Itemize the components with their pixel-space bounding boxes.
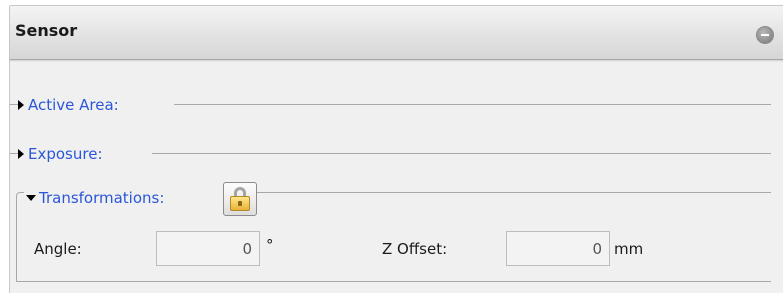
panel-header[interactable]: Sensor bbox=[10, 6, 783, 60]
expand-arrow-icon bbox=[18, 149, 24, 159]
angle-label: Angle: bbox=[34, 240, 82, 258]
section-transformations: Transformations: bbox=[24, 188, 224, 208]
exposure-toggle[interactable]: Exposure: bbox=[18, 144, 103, 164]
section-divider bbox=[10, 153, 18, 154]
transformations-toggle[interactable]: Transformations: bbox=[26, 188, 164, 208]
active-area-label: Active Area: bbox=[28, 96, 119, 114]
minus-circle-icon[interactable] bbox=[756, 26, 774, 44]
section-divider bbox=[152, 153, 771, 154]
panel-title: Sensor bbox=[15, 21, 78, 40]
z-offset-input[interactable] bbox=[506, 231, 610, 266]
padlock-icon[interactable] bbox=[223, 182, 257, 216]
expand-arrow-icon bbox=[18, 100, 24, 110]
lock-body bbox=[230, 196, 250, 211]
section-exposure: Exposure: bbox=[10, 144, 771, 164]
section-divider bbox=[174, 104, 771, 105]
section-active-area: Active Area: bbox=[10, 95, 771, 115]
sensor-panel: Sensor Active Area: Exposure: Transforma… bbox=[9, 5, 783, 293]
section-divider bbox=[10, 104, 18, 105]
header-shadow bbox=[10, 60, 783, 62]
transformations-label: Transformations: bbox=[39, 189, 165, 207]
active-area-toggle[interactable]: Active Area: bbox=[18, 95, 119, 115]
z-offset-label: Z Offset: bbox=[382, 240, 448, 258]
collapse-arrow-icon bbox=[26, 195, 36, 201]
angle-unit: ° bbox=[266, 236, 274, 254]
exposure-label: Exposure: bbox=[28, 145, 103, 163]
z-offset-unit: mm bbox=[614, 240, 644, 258]
angle-input[interactable] bbox=[156, 231, 260, 266]
